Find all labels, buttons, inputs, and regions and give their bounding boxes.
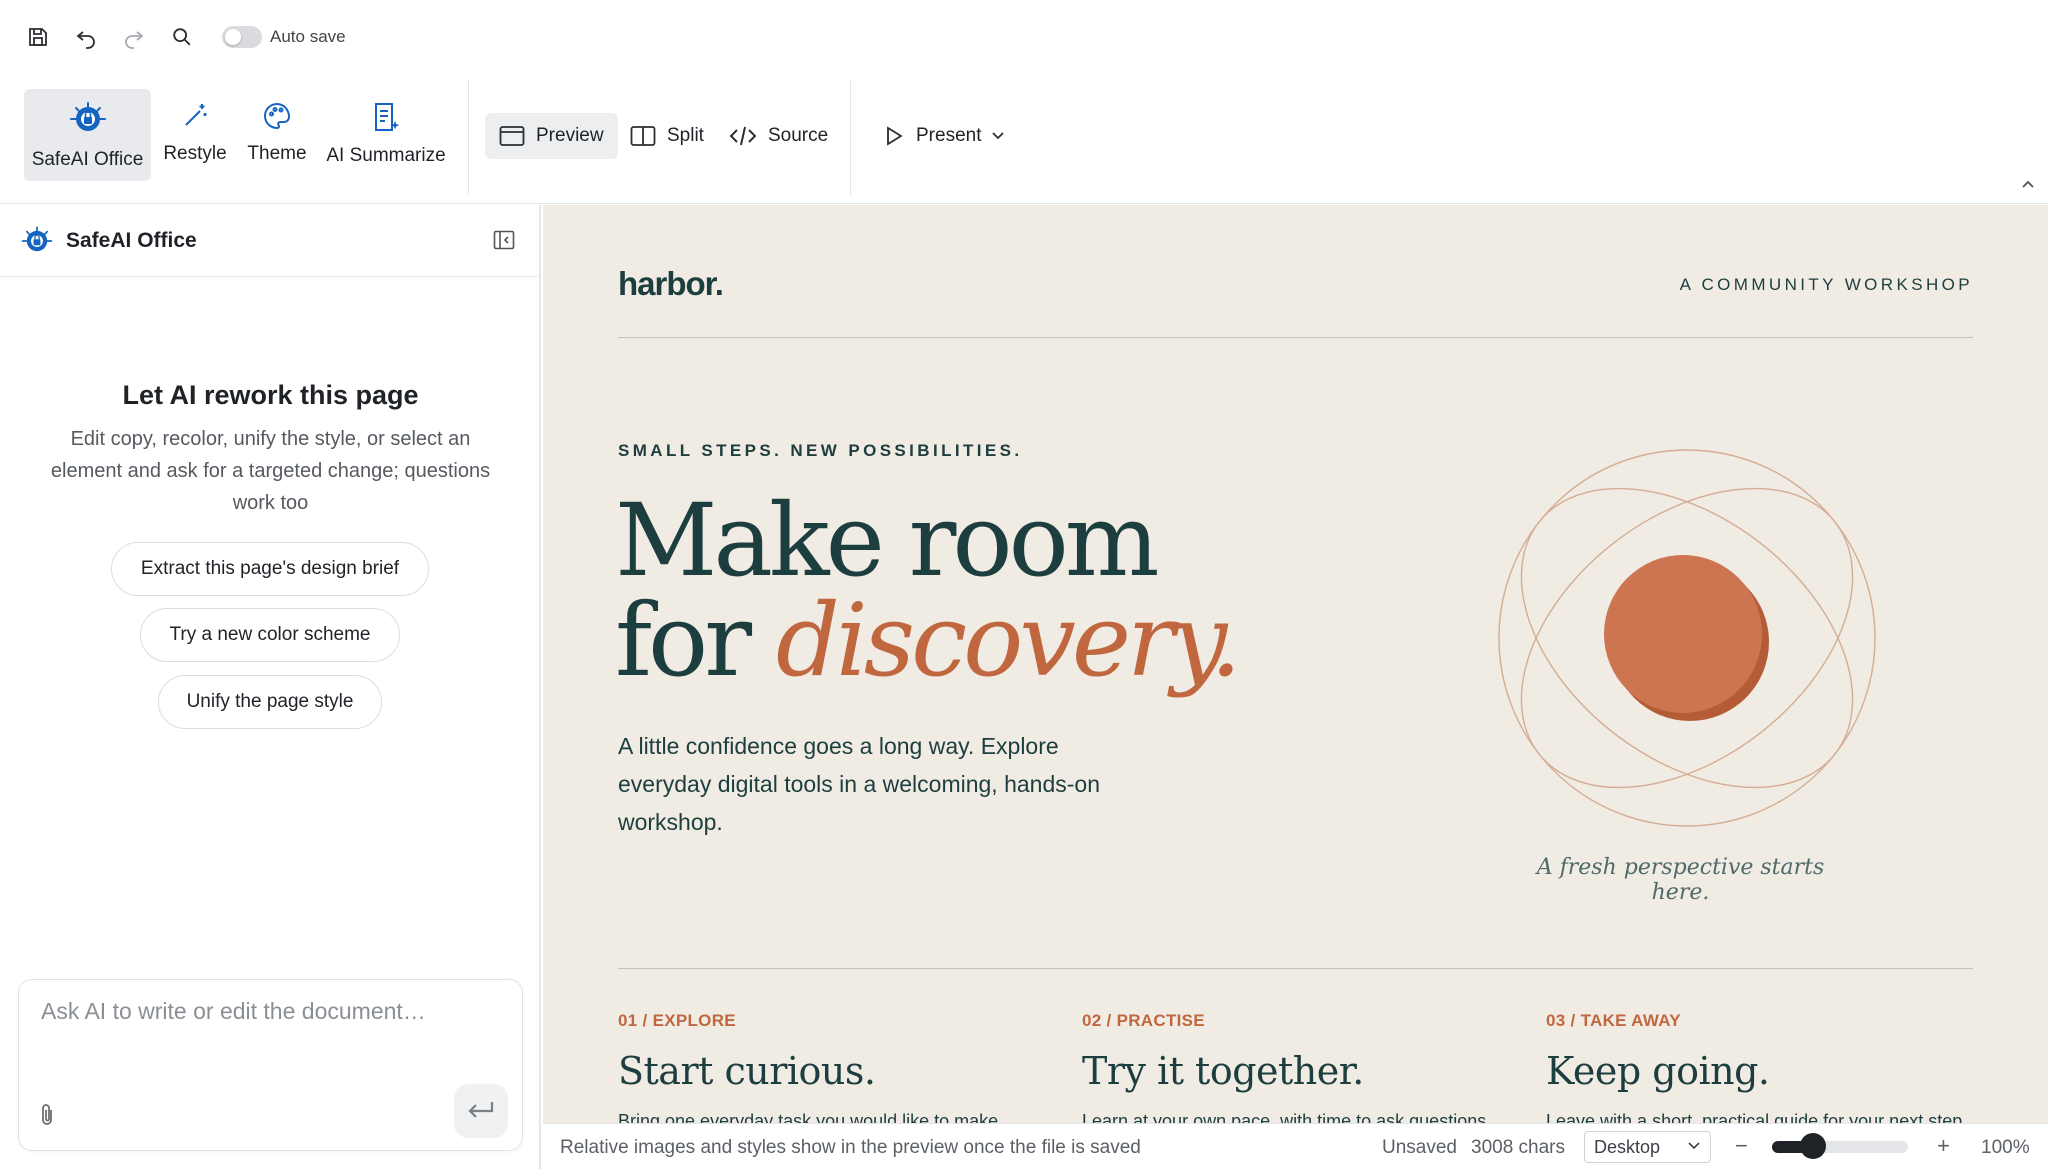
safeai-logo-icon bbox=[20, 225, 54, 257]
present-label: Present bbox=[916, 125, 982, 146]
ai-heading: Let AI rework this page bbox=[122, 380, 419, 410]
suggestion-unify-style[interactable]: Unify the page style bbox=[158, 675, 382, 729]
step-explore: 01 / EXPLORE Start curious. Bring one ev… bbox=[618, 1011, 998, 1123]
zoom-out-button[interactable]: − bbox=[1735, 1133, 1748, 1159]
step-number: 01 / EXPLORE bbox=[618, 1011, 736, 1030]
headline-accent: discovery. bbox=[775, 582, 1242, 699]
undo-icon[interactable] bbox=[72, 23, 100, 51]
save-icon[interactable] bbox=[24, 23, 52, 51]
step-number: 03 / TAKE AWAY bbox=[1546, 1011, 1681, 1030]
ribbon-tool-label: Theme bbox=[247, 143, 307, 164]
quick-access-toolbar: Auto save bbox=[0, 0, 2048, 74]
ribbon: SafeAI Office Restyle Theme AI Summarize… bbox=[0, 74, 2048, 204]
step-body: Leave with a short, practical guide for … bbox=[1546, 1111, 1963, 1123]
document-sparkle-icon bbox=[371, 101, 401, 133]
zoom-slider[interactable] bbox=[1772, 1141, 1908, 1153]
step-body: Bring one everyday task you would like t… bbox=[618, 1111, 999, 1123]
ai-prompt-input[interactable]: Ask AI to write or edit the document… bbox=[41, 998, 426, 1025]
chevron-down-icon bbox=[991, 131, 1005, 141]
ai-side-panel: SafeAI Office Let AI rework this page Ed… bbox=[0, 205, 541, 1169]
zoom-in-button[interactable]: + bbox=[1937, 1133, 1950, 1159]
brand-logo: harbor. bbox=[618, 265, 724, 302]
zoom-slider-thumb[interactable] bbox=[1799, 1133, 1826, 1159]
ribbon-theme-button[interactable]: Theme bbox=[242, 89, 312, 181]
safeai-logo-icon bbox=[68, 101, 108, 137]
step-title: Try it together. bbox=[1082, 1049, 1364, 1093]
document-preview: harbor. A COMMUNITY WORKSHOP SMALL STEPS… bbox=[543, 205, 2048, 1123]
hero-kicker: SMALL STEPS. NEW POSSIBILITIES. bbox=[618, 441, 1023, 460]
ribbon-tool-label: SafeAI Office bbox=[31, 149, 144, 170]
enter-arrow-icon bbox=[466, 1099, 496, 1123]
preview-window-icon bbox=[499, 125, 525, 147]
preview-hint: Relative images and styles show in the p… bbox=[560, 1137, 1141, 1158]
illustration-caption: A fresh perspective starts here. bbox=[1536, 855, 1825, 905]
present-button[interactable]: Present bbox=[869, 113, 1019, 159]
ribbon-ai-summarize-button[interactable]: AI Summarize bbox=[322, 89, 450, 181]
view-source-button[interactable]: Source bbox=[715, 113, 842, 159]
step-practise: 02 / PRACTISE Try it together. Learn at … bbox=[1082, 1011, 1486, 1123]
send-button[interactable] bbox=[454, 1084, 508, 1138]
search-icon[interactable] bbox=[168, 23, 196, 51]
hero-headline: Make room for discovery. bbox=[615, 482, 1242, 691]
device-value: Desktop bbox=[1594, 1136, 1661, 1157]
header-divider bbox=[618, 337, 1973, 338]
play-icon bbox=[883, 125, 905, 147]
palette-icon bbox=[262, 101, 292, 131]
paperclip-icon[interactable] bbox=[37, 1102, 57, 1128]
ribbon-restyle-button[interactable]: Restyle bbox=[158, 89, 232, 181]
headline-prefix: for bbox=[615, 582, 776, 699]
step-body: Learn at your own pace, with time to ask… bbox=[1082, 1111, 1487, 1123]
chevron-up-icon[interactable] bbox=[2020, 178, 2036, 190]
headline-line-2: for discovery. bbox=[615, 591, 1242, 691]
ribbon-safeai-office-button[interactable]: SafeAI Office bbox=[24, 89, 151, 181]
device-select[interactable]: Desktop bbox=[1584, 1131, 1711, 1163]
side-panel-header: SafeAI Office bbox=[0, 205, 539, 277]
headline-line-1: Make room bbox=[615, 482, 1160, 599]
orbit-illustration bbox=[1492, 442, 1892, 842]
autosave-toggle[interactable] bbox=[222, 26, 262, 48]
view-label: Source bbox=[768, 125, 829, 146]
step-title: Keep going. bbox=[1546, 1049, 1770, 1093]
split-columns-icon bbox=[630, 125, 656, 147]
redo-icon[interactable] bbox=[120, 23, 148, 51]
ribbon-divider bbox=[850, 79, 851, 195]
collapse-panel-icon[interactable] bbox=[493, 230, 515, 250]
chevron-down-icon bbox=[1687, 1141, 1701, 1151]
magic-wand-icon bbox=[180, 101, 210, 131]
autosave-label: Auto save bbox=[270, 27, 346, 46]
zoom-percentage: 100% bbox=[1981, 1137, 2030, 1158]
ribbon-tool-label: AI Summarize bbox=[326, 145, 446, 166]
step-number: 02 / PRACTISE bbox=[1082, 1011, 1205, 1030]
suggestion-design-brief[interactable]: Extract this page's design brief bbox=[111, 542, 429, 596]
code-icon bbox=[729, 125, 757, 147]
view-label: Preview bbox=[536, 125, 604, 146]
toggle-knob bbox=[225, 29, 241, 45]
view-split-button[interactable]: Split bbox=[616, 113, 718, 159]
view-preview-button[interactable]: Preview bbox=[485, 113, 618, 159]
side-panel-title: SafeAI Office bbox=[66, 228, 197, 252]
section-divider bbox=[618, 968, 1973, 969]
status-bar: Relative images and styles show in the p… bbox=[543, 1123, 2048, 1169]
hero-lede: A little confidence goes a long way. Exp… bbox=[618, 733, 1100, 835]
suggestion-color-scheme[interactable]: Try a new color scheme bbox=[140, 608, 400, 662]
ribbon-tool-label: Restyle bbox=[163, 143, 227, 164]
ai-prompt-composer[interactable]: Ask AI to write or edit the document… bbox=[18, 979, 523, 1151]
header-tagline: A COMMUNITY WORKSHOP bbox=[1679, 275, 1973, 294]
save-status: Unsaved bbox=[1382, 1137, 1457, 1158]
ribbon-divider bbox=[468, 79, 469, 195]
view-label: Split bbox=[667, 125, 704, 146]
char-count: 3008 chars bbox=[1471, 1137, 1566, 1158]
ai-subtext: Edit copy, recolor, unify the style, or … bbox=[50, 428, 491, 514]
step-title: Start curious. bbox=[618, 1049, 876, 1093]
step-take-away: 03 / TAKE AWAY Keep going. Leave with a … bbox=[1546, 1011, 1962, 1123]
